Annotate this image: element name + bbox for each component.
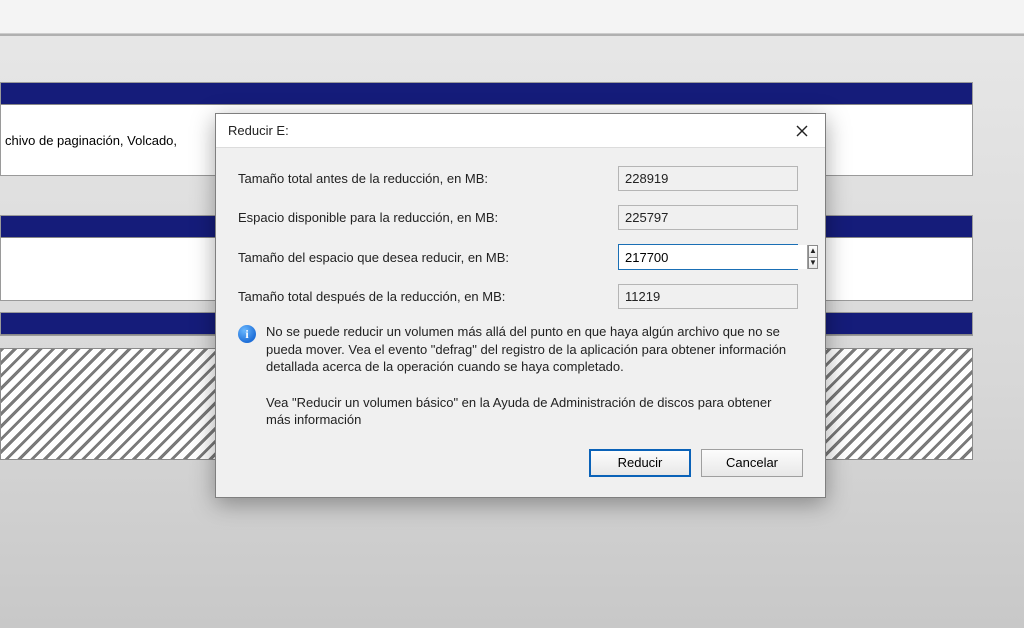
label-available: Espacio disponible para la reducción, en… <box>238 210 618 225</box>
info-icon: i <box>238 325 256 343</box>
partition-info-text: chivo de paginación, Volcado, <box>5 133 177 148</box>
spinner-down-button[interactable]: ▼ <box>808 257 818 270</box>
shrink-amount-stepper: ▲ ▼ <box>618 244 798 270</box>
label-total-before: Tamaño total antes de la reducción, en M… <box>238 171 618 186</box>
label-to-shrink: Tamaño del espacio que desea reducir, en… <box>238 250 618 265</box>
shrink-button[interactable]: Reducir <box>589 449 691 477</box>
value-total-after: 11219 <box>618 284 798 309</box>
info-text: No se puede reducir un volumen más allá … <box>266 323 796 376</box>
divider <box>0 34 1024 36</box>
titlebar: Reducir E: <box>216 114 825 148</box>
label-total-after: Tamaño total después de la reducción, en… <box>238 289 618 304</box>
volume-header <box>1 83 972 105</box>
spinner-up-button[interactable]: ▲ <box>808 245 818 257</box>
dialog-title: Reducir E: <box>228 123 289 138</box>
window-toolbar-area <box>0 0 1024 34</box>
cancel-button[interactable]: Cancelar <box>701 449 803 477</box>
close-button[interactable] <box>779 114 825 148</box>
close-icon <box>796 125 808 137</box>
value-total-before: 228919 <box>618 166 798 191</box>
value-available: 225797 <box>618 205 798 230</box>
help-text: Vea "Reducir un volumen básico" en la Ay… <box>266 394 776 429</box>
shrink-amount-input[interactable] <box>619 245 807 269</box>
shrink-dialog: Reducir E: Tamaño total antes de la redu… <box>215 113 826 498</box>
